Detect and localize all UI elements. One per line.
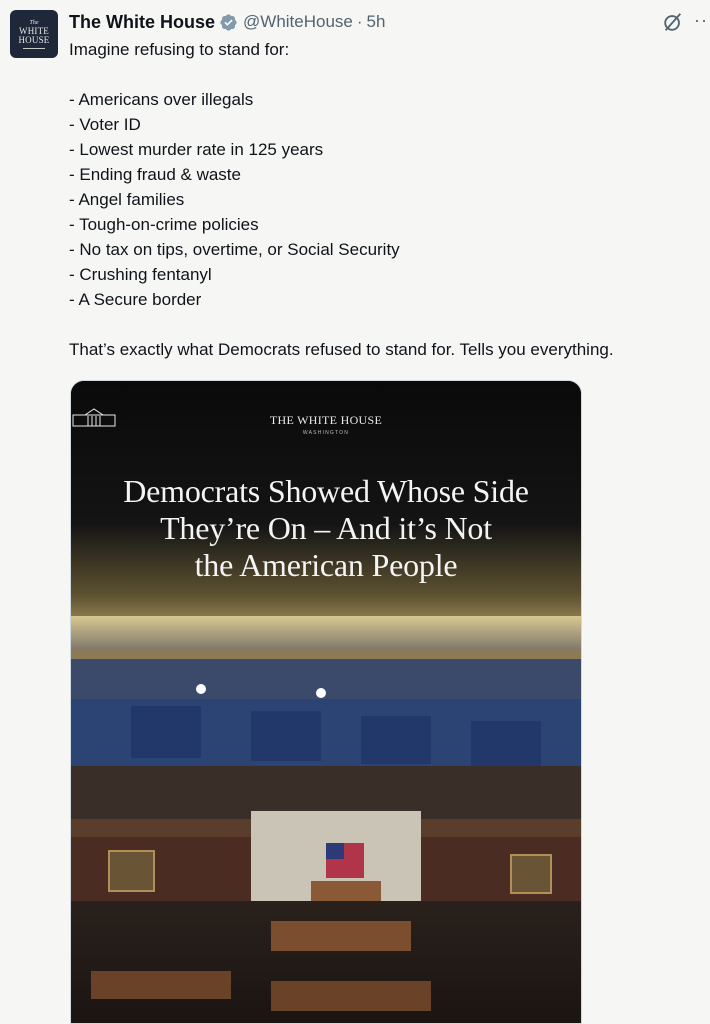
media-brand-subtitle: WASHINGTON bbox=[302, 430, 350, 436]
separator-dot: · bbox=[356, 12, 363, 31]
white-house-building-icon bbox=[72, 408, 116, 427]
author-handle[interactable]: @WhiteHouse bbox=[243, 12, 353, 32]
author-name[interactable]: The White House bbox=[69, 12, 215, 33]
list-item: - Ending fraud & waste bbox=[69, 165, 241, 184]
headline-line: They’re On – And it’s Not bbox=[160, 510, 492, 546]
grok-icon[interactable] bbox=[662, 11, 684, 33]
list-item: - Voter ID bbox=[69, 115, 141, 134]
avatar[interactable]: The WHITE HOUSE bbox=[10, 10, 58, 58]
post-intro: Imagine refusing to stand for: bbox=[69, 40, 290, 59]
list-item: - Tough-on-crime policies bbox=[69, 215, 259, 234]
list-item: - A Secure border bbox=[69, 290, 202, 309]
verified-badge-icon[interactable] bbox=[219, 13, 238, 32]
post-timestamp[interactable]: 5h bbox=[367, 12, 386, 32]
media-brand-title: THE WHITE HOUSE bbox=[269, 413, 383, 427]
post-outro: That’s exactly what Democrats refused to… bbox=[69, 340, 614, 359]
list-item: - Angel families bbox=[69, 190, 185, 209]
avatar-divider bbox=[23, 47, 45, 49]
list-item: - Americans over illegals bbox=[69, 90, 254, 109]
list-item: - Lowest murder rate in 125 years bbox=[69, 140, 324, 159]
post-list: - Americans over illegals - Voter ID - L… bbox=[69, 87, 704, 312]
post-header: The White House @WhiteHouse · 5h bbox=[69, 10, 670, 34]
headline-line: the American People bbox=[194, 547, 458, 583]
more-icon[interactable]: ·· bbox=[694, 10, 708, 31]
post-text: Imagine refusing to stand for: - America… bbox=[69, 37, 704, 362]
post-media-image[interactable]: THE WHITE HOUSE WASHINGTON Democrats Sho… bbox=[70, 380, 582, 1024]
headline-line: Democrats Showed Whose Side bbox=[123, 473, 529, 509]
media-brand: THE WHITE HOUSE WASHINGTON bbox=[71, 407, 581, 436]
avatar-text-line3: HOUSE bbox=[18, 34, 50, 45]
list-item: - No tax on tips, overtime, or Social Se… bbox=[69, 240, 400, 259]
list-item: - Crushing fentanyl bbox=[69, 265, 212, 284]
media-headline: Democrats Showed Whose Side They’re On –… bbox=[71, 473, 581, 584]
